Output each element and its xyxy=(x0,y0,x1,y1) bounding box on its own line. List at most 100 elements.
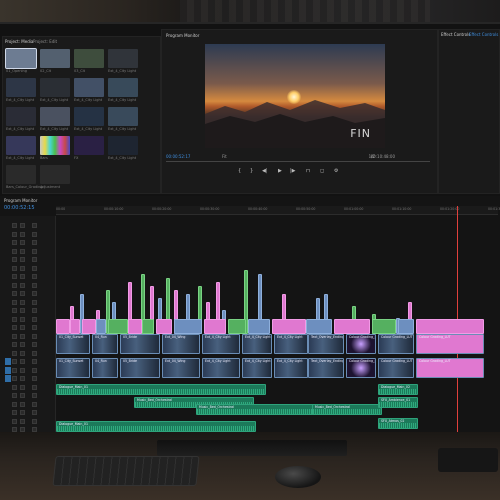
lock-toggle[interactable] xyxy=(12,308,17,313)
sync-toggle[interactable] xyxy=(20,384,25,390)
track-header[interactable] xyxy=(2,350,53,357)
lock-toggle[interactable] xyxy=(12,265,17,271)
sync-toggle[interactable] xyxy=(20,401,25,407)
track-header[interactable] xyxy=(2,248,53,255)
play-icon[interactable]: ▶ xyxy=(278,168,282,174)
video-clip[interactable]: Ext_4_City Light xyxy=(274,334,308,354)
track-header[interactable] xyxy=(2,401,53,408)
track-header[interactable] xyxy=(2,384,53,391)
video-clip[interactable]: 05_Bride xyxy=(120,334,160,354)
sync-toggle[interactable] xyxy=(20,359,25,364)
track-target[interactable] xyxy=(5,375,11,382)
video-clip[interactable]: 01_City_Sunset xyxy=(56,334,90,354)
video-clip[interactable]: Colour Grading_LUT xyxy=(378,358,414,378)
audio-clip[interactable]: SFX_Atmos_02 xyxy=(378,418,418,429)
tab-effect-controls-2[interactable]: Effect Controls xyxy=(469,32,498,37)
step-back-icon[interactable]: ◀| xyxy=(262,168,268,174)
audio-clip[interactable]: Dialogue_Main_02 xyxy=(378,384,418,395)
sync-toggle[interactable] xyxy=(20,350,25,356)
track-header[interactable] xyxy=(2,231,53,238)
visibility-toggle[interactable] xyxy=(32,367,37,373)
sync-toggle[interactable] xyxy=(20,223,25,228)
video-clip[interactable]: Colour Grading_LUT xyxy=(346,358,376,378)
tab-effect-controls[interactable]: Effect Controls xyxy=(441,32,470,37)
project-thumbnail[interactable] xyxy=(74,78,104,97)
video-clip[interactable]: 04_Run xyxy=(92,358,118,378)
track-header[interactable] xyxy=(2,409,53,416)
visibility-toggle[interactable] xyxy=(32,342,37,347)
timeline-title[interactable]: Program Monitor xyxy=(4,198,37,203)
project-thumbnail[interactable] xyxy=(74,107,104,126)
visibility-toggle[interactable] xyxy=(32,350,37,356)
audio-clip[interactable]: Music_Bed_Orchestral xyxy=(312,404,382,415)
timeline-timecode[interactable]: 00:00:52:15 xyxy=(4,205,35,211)
project-thumbnail[interactable] xyxy=(40,165,70,184)
video-clip[interactable]: Colour Grading_LUT xyxy=(346,334,376,354)
sync-toggle[interactable] xyxy=(20,308,25,313)
lock-toggle[interactable] xyxy=(12,333,17,339)
track-target[interactable] xyxy=(5,366,11,374)
track-header[interactable] xyxy=(2,256,53,263)
visibility-toggle[interactable] xyxy=(32,384,37,390)
sync-toggle[interactable] xyxy=(20,282,25,288)
v2-clip[interactable] xyxy=(82,319,96,334)
sync-toggle[interactable] xyxy=(20,257,25,262)
video-clip[interactable]: Text_Overlay_Ending xyxy=(308,358,344,378)
project-thumbnail[interactable] xyxy=(74,136,104,155)
lock-toggle[interactable] xyxy=(12,342,17,347)
lock-toggle[interactable] xyxy=(12,401,17,407)
audio-clip[interactable]: Dialogue_Main_01 xyxy=(56,421,256,432)
v2-clip[interactable] xyxy=(96,319,106,334)
visibility-toggle[interactable] xyxy=(32,376,37,381)
v2-clip[interactable] xyxy=(174,319,202,334)
settings-icon[interactable]: ⚙ xyxy=(334,168,338,174)
visibility-toggle[interactable] xyxy=(32,240,37,245)
project-thumbnail[interactable] xyxy=(40,49,70,68)
lock-toggle[interactable] xyxy=(12,282,17,288)
sync-toggle[interactable] xyxy=(20,291,25,296)
visibility-toggle[interactable] xyxy=(32,308,37,313)
track-header[interactable] xyxy=(2,418,53,425)
audio-clip[interactable]: Music_Bed_Orchestral xyxy=(196,404,316,415)
lock-toggle[interactable] xyxy=(12,231,17,237)
visibility-toggle[interactable] xyxy=(32,257,37,262)
v2-clip[interactable] xyxy=(306,319,332,334)
sync-toggle[interactable] xyxy=(20,316,25,322)
video-clip[interactable]: Ext_4_City Light xyxy=(274,358,308,378)
lock-toggle[interactable] xyxy=(12,350,17,356)
video-clip[interactable]: Colour Grading_LUT xyxy=(416,334,484,354)
track-header[interactable] xyxy=(2,239,53,246)
v2-clip[interactable] xyxy=(142,319,154,334)
project-thumbnail[interactable] xyxy=(6,107,36,126)
visibility-toggle[interactable] xyxy=(32,418,37,424)
project-thumbnail[interactable] xyxy=(6,136,36,155)
visibility-toggle[interactable] xyxy=(32,223,37,228)
tab-project-media[interactable]: Project: Media xyxy=(5,39,33,44)
lock-toggle[interactable] xyxy=(12,410,17,415)
v2-clip[interactable] xyxy=(204,319,226,334)
video-clip[interactable]: Ext_4_City Light xyxy=(242,358,272,378)
lift-icon[interactable]: ⊓ xyxy=(306,168,310,174)
track-header[interactable] xyxy=(2,324,53,331)
v2-clip[interactable] xyxy=(248,319,270,334)
lock-toggle[interactable] xyxy=(12,359,17,364)
v2-clip[interactable] xyxy=(128,319,142,334)
lock-toggle[interactable] xyxy=(12,393,17,398)
step-forward-icon[interactable]: |▶ xyxy=(290,168,296,174)
project-thumbnail[interactable] xyxy=(108,49,138,68)
sync-toggle[interactable] xyxy=(20,231,25,237)
track-header[interactable] xyxy=(2,316,53,323)
track-header[interactable] xyxy=(2,222,53,229)
video-clip[interactable]: Ext_04_Wing xyxy=(162,358,200,378)
project-thumbnail[interactable] xyxy=(108,107,138,126)
visibility-toggle[interactable] xyxy=(32,393,37,398)
lock-toggle[interactable] xyxy=(12,325,17,330)
v2-clip[interactable] xyxy=(416,319,484,334)
v2-clip[interactable] xyxy=(228,319,246,334)
project-thumbnail[interactable] xyxy=(40,136,70,155)
project-thumbnail[interactable] xyxy=(40,78,70,97)
video-clip[interactable]: Ext_4_City Light xyxy=(202,358,240,378)
track-header[interactable] xyxy=(2,265,53,272)
track-header[interactable] xyxy=(2,290,53,297)
v2-clip[interactable] xyxy=(56,319,70,334)
